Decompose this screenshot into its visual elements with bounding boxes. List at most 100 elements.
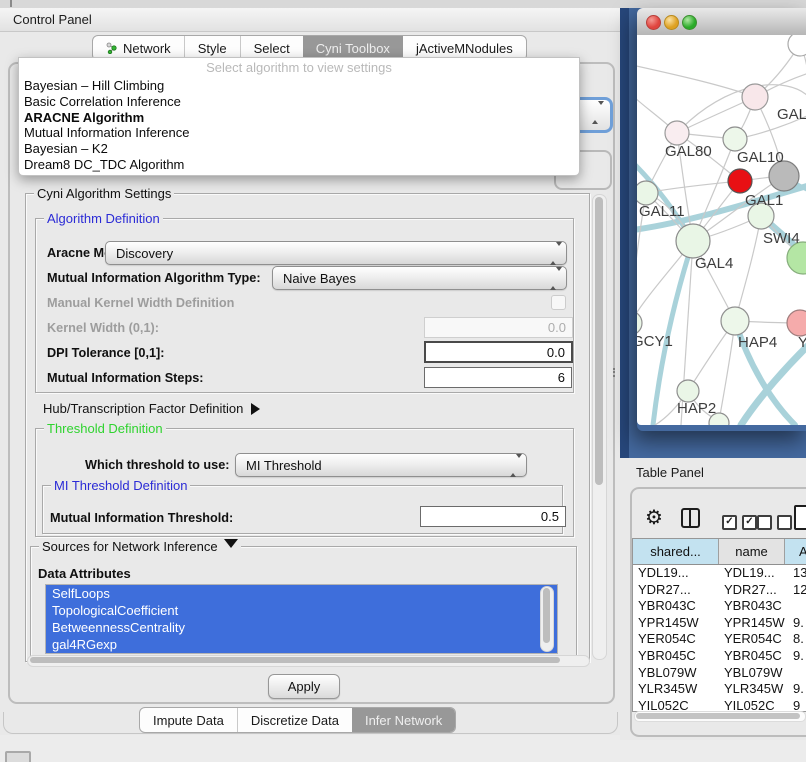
node-label: SWI4 — [763, 230, 800, 247]
node-label: HAP2 — [677, 400, 716, 417]
dropdown-item[interactable]: Bayesian – K2 — [19, 141, 579, 157]
network-node-hap4[interactable] — [721, 307, 749, 335]
node-label: GAL4 — [695, 255, 733, 272]
network-node-y[interactable] — [787, 310, 806, 336]
zoom-traffic-light[interactable] — [682, 15, 697, 30]
node-label: GAL80 — [665, 143, 712, 160]
panel-divider-grip[interactable] — [613, 366, 616, 378]
kernel-width-value: 0.0 — [548, 320, 566, 335]
data-attributes-label: Data Attributes — [38, 566, 131, 581]
network-node-gcy1[interactable] — [637, 311, 642, 335]
combo-arrows-icon — [510, 458, 520, 473]
show-columns-icon[interactable] — [681, 508, 700, 528]
table-row[interactable]: YER054CYER054C8. — [633, 631, 806, 648]
data-attributes-list[interactable]: SelfLoopsTopologicalCoefficientBetweenne… — [45, 584, 558, 654]
minimize-traffic-light[interactable] — [664, 15, 679, 30]
table-cell: 9. — [785, 648, 806, 665]
table-horizontal-scrollbar[interactable] — [634, 711, 806, 722]
combo-arrows-icon — [592, 105, 602, 120]
select-all-columns-icon[interactable]: ✓✓ — [722, 512, 762, 530]
table-body: YDL19...YDL19...13YDR27...YDR27...12YBR0… — [633, 565, 806, 711]
network-edge[interactable] — [735, 216, 761, 321]
table-row[interactable]: YBR045CYBR045C9. — [633, 648, 806, 665]
network-node-gal[interactable] — [742, 84, 768, 110]
dpi-tolerance-field[interactable]: 0.0 — [424, 341, 573, 363]
table-column-header[interactable]: name — [719, 539, 785, 564]
table-column-header[interactable]: A — [785, 539, 806, 564]
algorithm-definition-title: Algorithm Definition — [44, 211, 163, 226]
dropdown-item[interactable]: ARACNE Algorithm — [19, 110, 579, 126]
table-column-header[interactable]: shared... — [633, 539, 719, 564]
network-edge[interactable] — [637, 65, 755, 97]
table-row[interactable]: YDR27...YDR27...12 — [633, 582, 806, 599]
network-edge[interactable] — [719, 321, 735, 421]
network-node-gal1[interactable] — [728, 169, 752, 193]
table-cell — [785, 598, 806, 615]
kernel-width-field[interactable]: 0.0 — [424, 317, 573, 338]
settings-vertical-scrollbar[interactable] — [592, 194, 607, 660]
tab-discretize-data[interactable]: Discretize Data — [237, 708, 352, 732]
table-cell: YIL052C — [633, 698, 719, 711]
apply-button[interactable]: Apply — [268, 674, 340, 699]
network-window-titlebar[interactable] — [637, 8, 806, 36]
table-cell: YLR345W — [633, 681, 719, 698]
dropdown-item[interactable]: Bayesian – Hill Climbing — [19, 78, 579, 94]
network-node-gal4[interactable] — [676, 224, 710, 258]
tab-label: Select — [254, 41, 290, 56]
aracne-mode-select[interactable]: Discovery — [105, 241, 567, 265]
attributes-scrollbar-thumb[interactable] — [543, 588, 550, 643]
settings-hscrollbar-thumb[interactable] — [30, 657, 560, 663]
network-node-hap2[interactable] — [677, 380, 699, 402]
mi-threshold-label: Mutual Information Threshold: — [50, 511, 233, 525]
table-cell: YDL19... — [719, 565, 785, 582]
tab-label: Infer Network — [365, 713, 442, 728]
tab-infer-network[interactable]: Infer Network — [352, 708, 455, 732]
settings-scrollbar-thumb[interactable] — [595, 197, 603, 485]
attributes-vertical-scrollbar[interactable] — [540, 586, 554, 652]
network-canvas[interactable]: GALGAL80GAL10GAL1GAL11SWI4GAL4GCY1HAP4YH… — [637, 35, 806, 425]
panel-mini-icon[interactable] — [5, 751, 31, 762]
which-threshold-select[interactable]: MI Threshold — [235, 453, 527, 477]
table-row[interactable]: YPR145WYPR145W9. — [633, 615, 806, 632]
tab-impute-data[interactable]: Impute Data — [140, 708, 237, 732]
settings-horizontal-scrollbar[interactable] — [27, 655, 590, 667]
threshold-definition-title: Threshold Definition — [44, 421, 166, 436]
network-node-gal80[interactable] — [665, 121, 689, 145]
algorithm-dropdown-popup: Select algorithm to view settings Bayesi… — [18, 57, 580, 176]
hub-transcription-factor-label: Hub/Transcription Factor Definition — [43, 401, 243, 416]
dropdown-item[interactable]: Basic Correlation Inference — [19, 94, 579, 110]
mi-steps-field[interactable]: 6 — [424, 367, 572, 388]
close-traffic-light[interactable] — [646, 15, 661, 30]
attribute-item[interactable]: gal4RGexp — [46, 636, 557, 653]
mi-threshold-field[interactable]: 0.5 — [420, 506, 566, 527]
hub-transcription-factor-toggle[interactable]: Hub/Transcription Factor Definition — [43, 401, 266, 416]
network-node[interactable] — [788, 35, 806, 56]
deselect-all-columns-icon[interactable]: ✓✓ — [757, 512, 797, 530]
aracne-mode-value: Discovery — [116, 246, 173, 261]
table-row[interactable]: YIL052CYIL052C9 — [633, 698, 806, 711]
attribute-item[interactable]: TopologicalCoefficient — [46, 602, 557, 619]
table-cell: 9 — [785, 698, 806, 711]
control-panel-title: Control Panel — [13, 12, 92, 27]
node-label: GAL11 — [639, 203, 685, 220]
mi-threshold-value: 0.5 — [541, 509, 559, 524]
document-icon[interactable] — [794, 505, 806, 530]
gear-icon[interactable]: ⚙ — [645, 505, 663, 530]
mi-algorithm-type-select[interactable]: Naive Bayes — [272, 266, 567, 290]
dropdown-item[interactable]: Dream8 DC_TDC Algorithm — [19, 157, 579, 173]
table-hscrollbar-thumb[interactable] — [636, 713, 800, 719]
attribute-item[interactable]: SelfLoops — [46, 585, 557, 602]
attribute-item[interactable]: BetweennessCentrality — [46, 619, 557, 636]
node-label: GAL1 — [745, 192, 783, 209]
table-row[interactable]: YBL079WYBL079W — [633, 665, 806, 682]
table-cell: YIL052C — [719, 698, 785, 711]
network-node-gal10[interactable] — [723, 127, 747, 151]
network-node-gal11[interactable] — [637, 181, 658, 205]
checked-box-icon: ✓ — [742, 515, 757, 530]
table-row[interactable]: YDL19...YDL19...13 — [633, 565, 806, 582]
table-row[interactable]: YLR345WYLR345W9. — [633, 681, 806, 698]
dropdown-item[interactable]: Mutual Information Inference — [19, 125, 579, 141]
manual-kernel-width-checkbox[interactable] — [551, 295, 566, 310]
table-row[interactable]: YBR043CYBR043C — [633, 598, 806, 615]
kernel-width-label: Kernel Width (0,1): — [47, 321, 159, 335]
